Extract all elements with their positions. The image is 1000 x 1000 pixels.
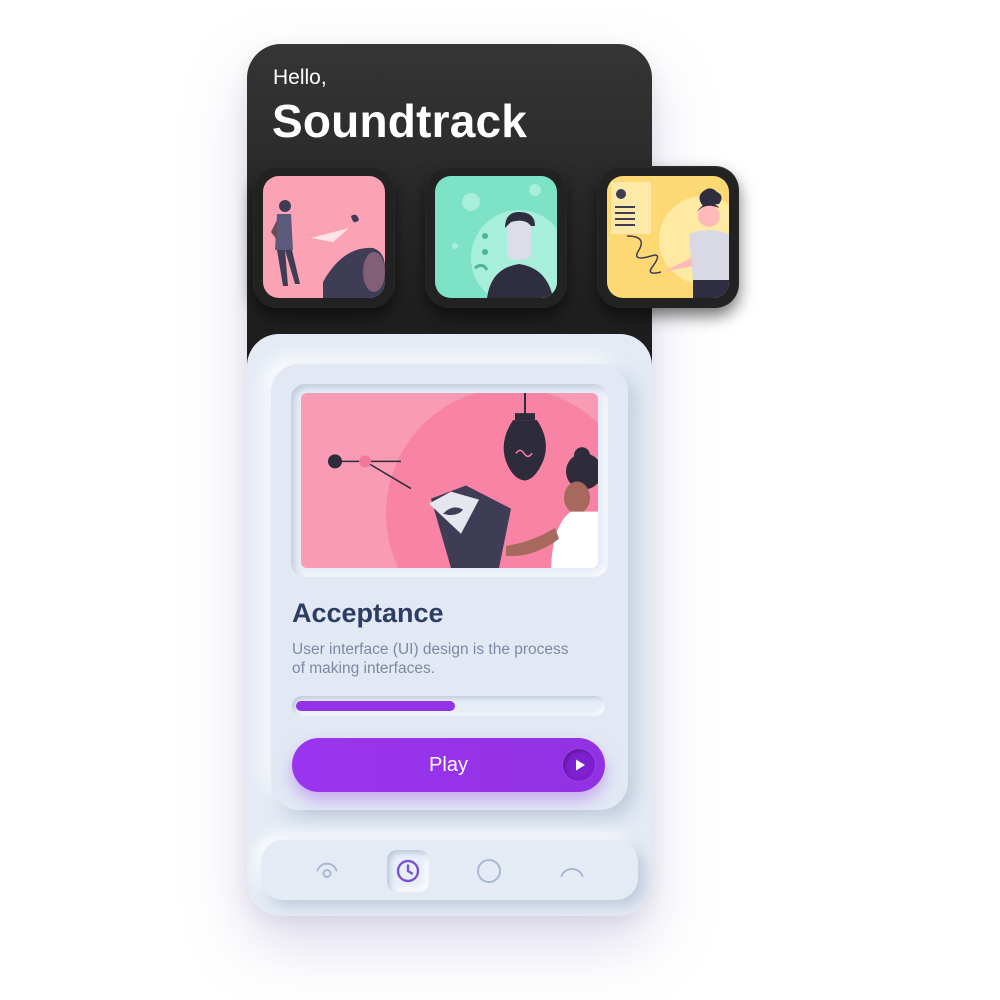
greeting-text: Hello, bbox=[273, 66, 327, 89]
now-playing-card: Acceptance User interface (UI) design is… bbox=[271, 364, 628, 810]
play-button[interactable]: Play bbox=[292, 738, 605, 792]
clock-icon bbox=[396, 859, 420, 883]
playlist-thumbnail-2[interactable] bbox=[425, 166, 567, 308]
playlist-thumbnail-1[interactable] bbox=[253, 166, 395, 308]
cover-illustration bbox=[301, 393, 598, 568]
thumbnail-pink-illustration bbox=[263, 176, 385, 298]
nav-item-clock[interactable] bbox=[387, 850, 429, 892]
progress-bar[interactable] bbox=[292, 696, 605, 716]
signal-icon bbox=[316, 862, 338, 878]
thumbnail-mint-illustration bbox=[435, 176, 557, 298]
play-icon bbox=[563, 749, 595, 781]
nav-item-signal[interactable] bbox=[306, 850, 348, 892]
progress-fill bbox=[296, 701, 455, 711]
nav-item-circle[interactable] bbox=[468, 850, 510, 892]
app-title: Soundtrack bbox=[272, 95, 528, 147]
bottom-navigation bbox=[261, 840, 638, 900]
track-description: User interface (UI) design is the proces… bbox=[292, 641, 569, 677]
cover-frame bbox=[291, 384, 608, 577]
arc-icon bbox=[560, 868, 584, 877]
play-button-label: Play bbox=[429, 754, 468, 776]
circle-icon bbox=[477, 859, 501, 883]
nav-item-arc[interactable] bbox=[551, 850, 593, 892]
playlist-thumbnail-3[interactable] bbox=[597, 166, 739, 308]
thumbnail-yellow-illustration bbox=[607, 176, 729, 298]
content-sheet: Acceptance User interface (UI) design is… bbox=[247, 334, 652, 916]
track-title: Acceptance bbox=[292, 598, 444, 628]
